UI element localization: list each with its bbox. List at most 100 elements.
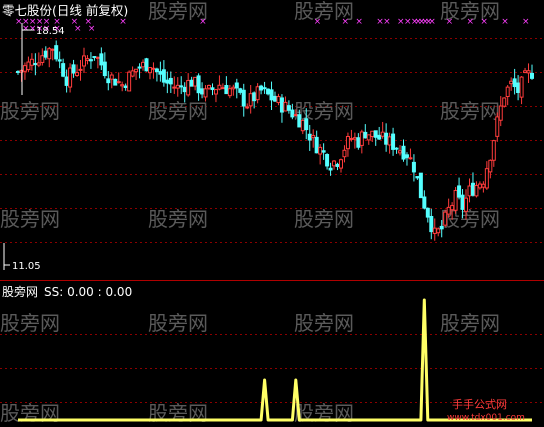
candle-body bbox=[318, 146, 323, 155]
candle-body bbox=[283, 101, 288, 112]
watermark-text: 股旁网 bbox=[294, 207, 354, 231]
candle-body bbox=[359, 131, 364, 146]
candle-body bbox=[248, 93, 253, 107]
candle-body bbox=[189, 79, 194, 87]
candle-body bbox=[231, 86, 236, 90]
candle-body bbox=[373, 130, 378, 138]
price-low-label: 11.05 bbox=[12, 261, 41, 272]
watermark-text: 股旁网 bbox=[0, 311, 60, 335]
signal-marker: × bbox=[355, 17, 363, 27]
signal-marker: × bbox=[314, 17, 322, 27]
candle-body bbox=[345, 136, 350, 150]
candle-body bbox=[363, 131, 368, 139]
candle-body bbox=[158, 71, 163, 75]
candle-body bbox=[196, 75, 201, 94]
candle-body bbox=[394, 147, 399, 150]
candle-body bbox=[304, 118, 309, 131]
candle-body bbox=[325, 154, 330, 167]
candle-body bbox=[207, 84, 212, 89]
site-url: www.tdx001.com bbox=[447, 413, 525, 423]
candle-body bbox=[502, 97, 507, 107]
candle-body bbox=[238, 88, 243, 93]
indicator-name: 股旁网 bbox=[2, 284, 38, 299]
candle-body bbox=[460, 194, 465, 210]
signal-marker: × bbox=[446, 17, 454, 27]
signal-marker: × bbox=[480, 17, 488, 27]
candle-body bbox=[168, 77, 173, 85]
candle-body bbox=[398, 150, 403, 154]
candle-body bbox=[165, 79, 170, 84]
candle-body bbox=[401, 145, 406, 160]
candle-body bbox=[16, 70, 20, 73]
candle-body bbox=[356, 137, 361, 148]
candle-body bbox=[134, 68, 139, 73]
candle-body bbox=[505, 86, 510, 98]
candle-body bbox=[85, 58, 90, 61]
candle-body bbox=[352, 137, 357, 140]
signal-marker: × bbox=[428, 17, 436, 27]
candle-body bbox=[175, 84, 180, 89]
candle-body bbox=[266, 88, 271, 95]
candle-body bbox=[29, 58, 34, 66]
candle-body bbox=[332, 160, 337, 167]
candle-body bbox=[217, 84, 222, 90]
candle-body bbox=[154, 68, 159, 73]
candle-body bbox=[68, 67, 73, 88]
candle-body bbox=[193, 76, 198, 87]
stock-chart: 股旁网 股旁网 股旁网 股旁网股旁网 股旁网 股旁网 股旁网股旁网股旁网 股旁网股旁网 股旁网股… bbox=[0, 0, 544, 427]
candle-body bbox=[338, 159, 343, 169]
candle-body bbox=[488, 159, 493, 173]
candle-body bbox=[273, 95, 277, 102]
candle-body bbox=[526, 70, 531, 74]
candle-body bbox=[300, 119, 305, 132]
signal-marker: × bbox=[88, 24, 96, 34]
candle-body bbox=[387, 136, 392, 146]
candle-body bbox=[255, 86, 260, 101]
candle-body bbox=[408, 157, 413, 160]
watermark-text: 股旁网 bbox=[440, 311, 500, 335]
candle-body bbox=[102, 61, 107, 77]
candle-body bbox=[443, 211, 448, 226]
candle-body bbox=[213, 89, 218, 95]
candle-body bbox=[425, 207, 430, 218]
candle-body bbox=[95, 56, 100, 59]
candle-body bbox=[141, 61, 146, 68]
watermark-text: 股旁网 bbox=[148, 99, 208, 123]
candle-body bbox=[276, 96, 281, 104]
signal-marker: × bbox=[119, 17, 127, 27]
candle-body bbox=[484, 168, 489, 189]
candle-body bbox=[377, 134, 382, 140]
candle-body bbox=[464, 197, 469, 212]
candle-body bbox=[418, 172, 423, 199]
candle-body bbox=[123, 85, 128, 89]
candle-body bbox=[370, 130, 375, 138]
watermark-text: 股旁网 bbox=[294, 311, 354, 335]
candle-body bbox=[57, 59, 62, 62]
candle-body bbox=[512, 78, 517, 88]
watermark-text: 股旁网 bbox=[148, 207, 208, 231]
candle-body bbox=[54, 45, 59, 60]
candle-body bbox=[411, 161, 416, 173]
candle-body bbox=[262, 87, 267, 90]
signal-marker: × bbox=[74, 24, 82, 34]
candle-body bbox=[286, 105, 291, 111]
candle-body bbox=[224, 85, 229, 95]
candle-body bbox=[498, 105, 503, 121]
candle-body bbox=[516, 82, 521, 93]
candle-body bbox=[130, 70, 135, 77]
candle-body bbox=[81, 55, 86, 67]
candle-body bbox=[477, 183, 482, 189]
candle-body bbox=[415, 176, 420, 179]
candle-body bbox=[19, 69, 24, 73]
candle-body bbox=[113, 78, 118, 86]
indicator-formula: SS: 0.00 : 0.00 bbox=[44, 285, 132, 299]
candle-body bbox=[342, 149, 347, 158]
candle-body bbox=[404, 154, 409, 159]
candle-body bbox=[234, 82, 239, 89]
candle-body bbox=[335, 163, 340, 167]
candle-body bbox=[245, 106, 250, 109]
candle-body bbox=[474, 184, 479, 197]
candle-body bbox=[40, 55, 45, 63]
candle-body bbox=[491, 140, 496, 161]
candle-body bbox=[391, 133, 396, 150]
